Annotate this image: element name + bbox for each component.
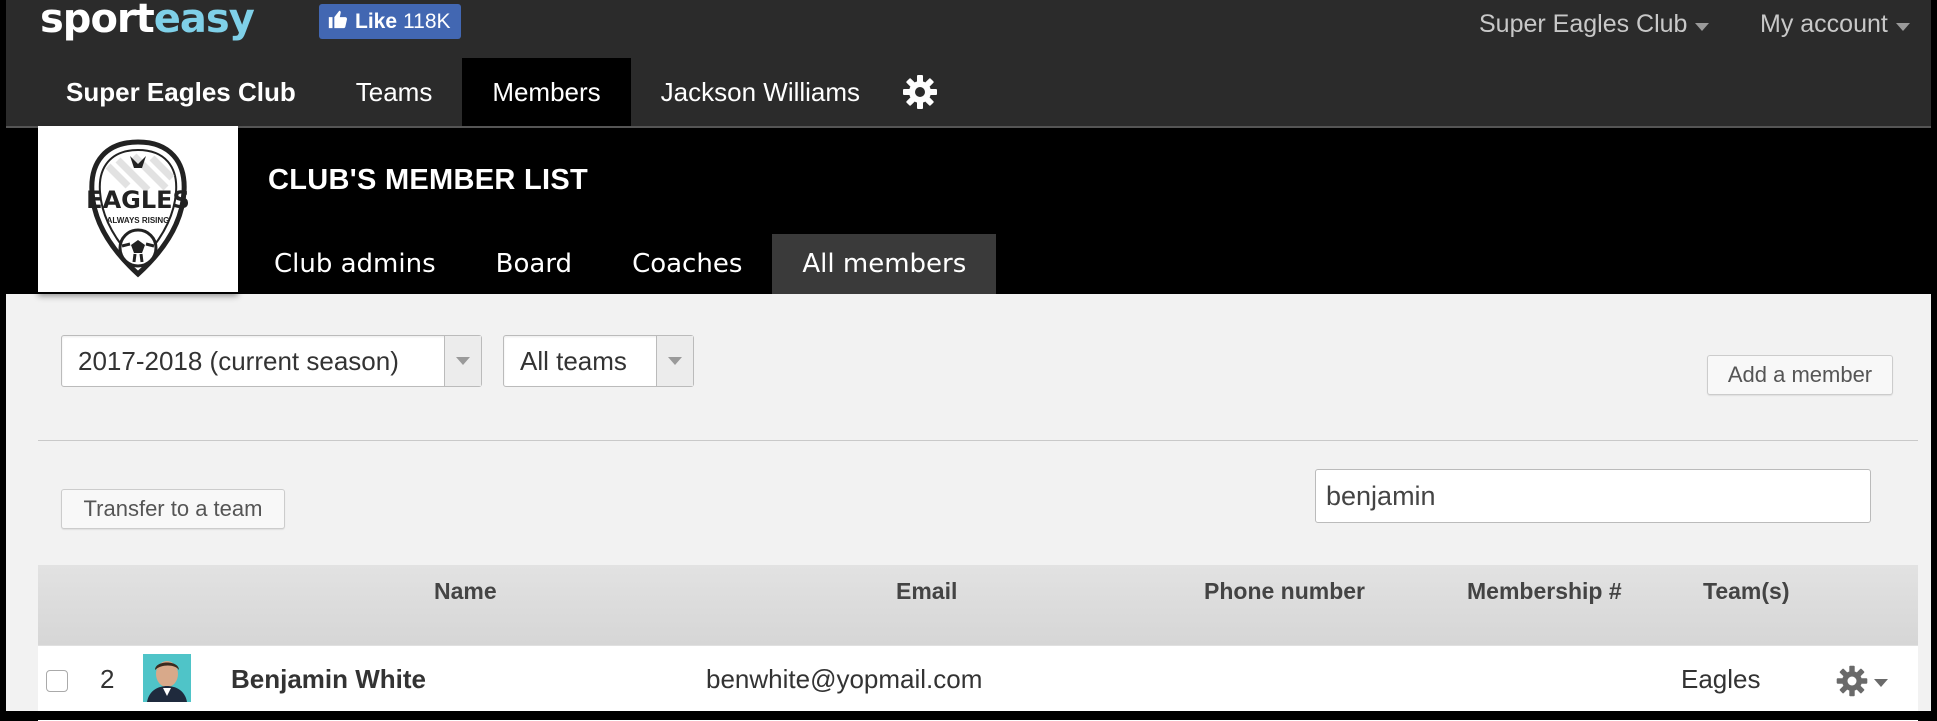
club-switcher-menu[interactable]: Super Eagles Club [1479,10,1710,39]
window-border-bottom [0,711,1937,720]
tab-club-admins[interactable]: Club admins [244,234,466,294]
nav-item-members[interactable]: Members [462,58,631,126]
row-index: 2 [100,663,115,694]
nav-item-teams[interactable]: Teams [326,58,463,126]
app-window: sporteasy Like 118K Super Eagles Club My… [0,0,1937,721]
avatar [143,654,191,702]
club-header: EAGLES ALWAYS RISING CLUB'S MEMBER LIST … [6,126,1931,294]
chevron-down-icon [656,336,693,386]
tab-coaches[interactable]: Coaches [602,234,772,294]
settings-gear-icon[interactable] [900,72,940,112]
section-divider [38,440,1918,441]
sporteasy-logo[interactable]: sporteasy [40,0,255,42]
chevron-down-icon [1874,679,1888,687]
nav-item-club[interactable]: Super Eagles Club [6,58,326,126]
club-switcher-label: Super Eagles Club [1479,10,1688,38]
member-teams: Eagles [1681,663,1761,694]
top-navigation-bar: sporteasy Like 118K Super Eagles Club My… [6,0,1931,126]
page-title: CLUB'S MEMBER LIST [268,164,589,196]
member-search-input[interactable] [1315,469,1871,523]
table-header: Name Email Phone number Membership # Tea… [38,565,1918,645]
transfer-to-team-button[interactable]: Transfer to a team [61,489,285,529]
add-member-button[interactable]: Add a member [1707,355,1893,395]
crest-title: EAGLES [86,186,190,214]
facebook-like-count: 118K [403,9,451,33]
team-filter-value: All teams [520,345,627,376]
column-header-email[interactable]: Email [896,571,957,611]
chevron-down-icon [444,336,481,386]
member-email: benwhite@yopmail.com [706,663,983,694]
tab-all-members[interactable]: All members [772,234,997,294]
crest-motto: ALWAYS RISING [106,216,170,225]
window-border-left [0,0,6,720]
row-select-checkbox[interactable] [46,670,68,692]
table-row[interactable]: 2 Benjamin White benwhite@yopmail.com Ea… [38,645,1918,721]
chevron-down-icon [1695,22,1710,31]
facebook-like-button[interactable]: Like 118K [319,4,461,39]
season-select[interactable]: 2017-2018 (current season) [61,335,482,387]
column-header-name[interactable]: Name [434,571,497,611]
column-header-membership[interactable]: Membership # [1467,571,1622,611]
chevron-down-icon [1895,22,1910,31]
thumbs-up-icon [327,8,349,36]
gear-icon [1836,665,1868,697]
nav-item-profile[interactable]: Jackson Williams [631,58,890,126]
season-select-value: 2017-2018 (current season) [78,345,399,376]
main-nav: Super Eagles Club Teams Members Jackson … [6,58,940,126]
column-header-phone[interactable]: Phone number [1204,571,1365,611]
member-name-link[interactable]: Benjamin White [231,646,426,712]
my-account-menu[interactable]: My account [1760,10,1910,39]
logo-text-easy: easy [153,0,255,42]
member-subtabs: Club admins Board Coaches All members [244,234,997,294]
my-account-label: My account [1760,10,1888,38]
column-header-teams[interactable]: Team(s) [1703,571,1790,611]
facebook-like-label: Like [355,9,398,33]
logo-text-sport: sport [40,0,155,42]
team-filter-select[interactable]: All teams [503,335,694,387]
row-actions-menu[interactable] [1834,663,1888,699]
window-border-right [1931,0,1937,720]
club-crest: EAGLES ALWAYS RISING [38,126,238,292]
tab-board[interactable]: Board [466,234,602,294]
